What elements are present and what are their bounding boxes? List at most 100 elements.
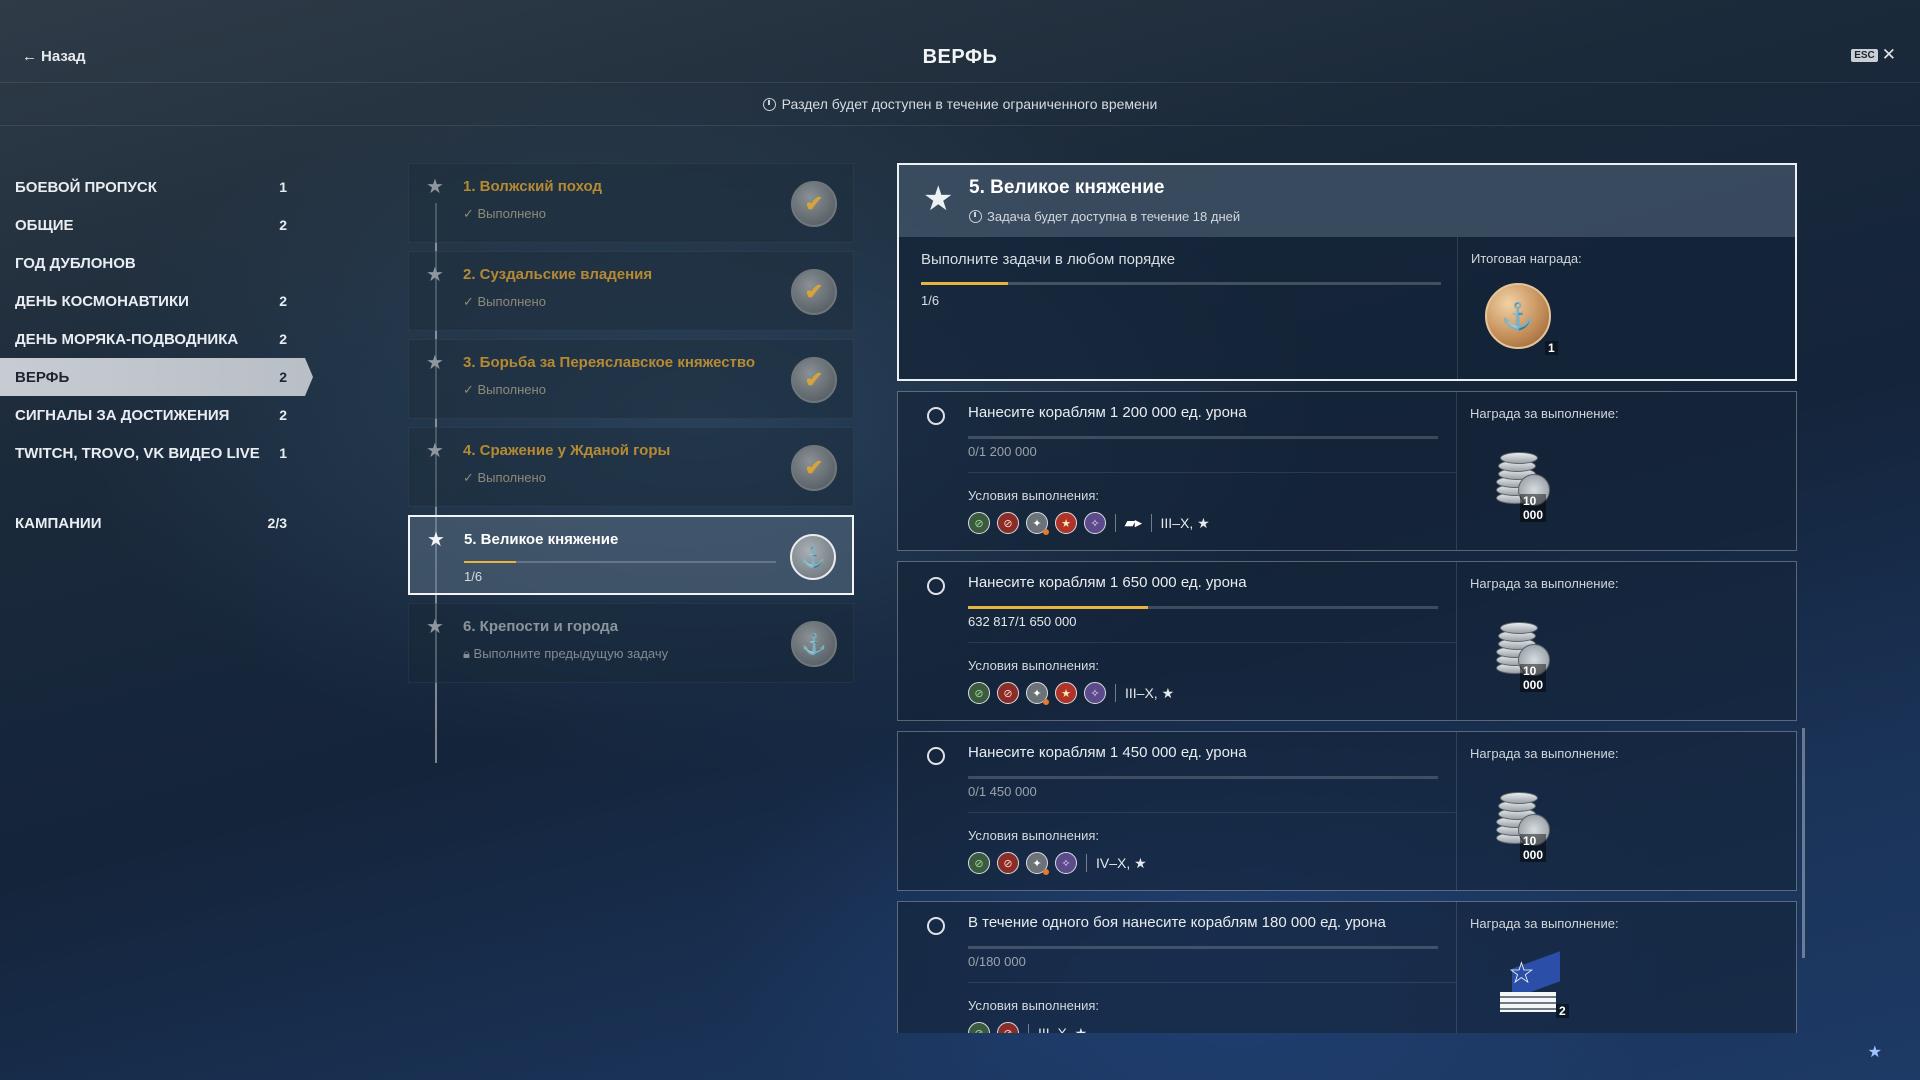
- sidebar-item-label: ВЕРФЬ: [15, 368, 70, 386]
- submarine-class-icon: ✧: [1084, 682, 1106, 704]
- check-icon: ✓: [463, 294, 478, 309]
- subtask-progress: 0/180 000: [968, 954, 1026, 969]
- task-status-text: Выполнено: [477, 382, 546, 397]
- subtask-progress: 632 817/1 650 000: [968, 614, 1077, 629]
- conditions-row: ⊘ ⊘ III–X, ★: [968, 1022, 1087, 1033]
- cruiser-class-icon: ⊘: [997, 512, 1019, 534]
- subtask-progress: 0/1 450 000: [968, 784, 1037, 799]
- task-title: 1. Волжский поход: [463, 178, 603, 195]
- sidebar-item-battle-pass[interactable]: БОЕВОЙ ПРОПУСК 1: [0, 168, 305, 206]
- task-status-text: Выполнено: [477, 470, 546, 485]
- notice-text: Раздел будет доступен в течение ограниче…: [781, 96, 1158, 112]
- star-icon: ★: [426, 616, 444, 638]
- final-reward-label: Итоговая награда:: [1471, 251, 1582, 266]
- star-icon: ★: [426, 264, 444, 286]
- chain-task-1[interactable]: ★ 1. Волжский поход ✓ Выполнено ✔: [408, 163, 854, 243]
- main-task-card: ★ 5. Великое княжение Задача будет досту…: [897, 163, 1797, 381]
- task-title: 6. Крепости и города: [463, 618, 619, 635]
- sidebar-item-label: ОБЩИЕ: [15, 216, 74, 234]
- chain-task-3[interactable]: ★ 3. Борьба за Переяславское княжество ✓…: [408, 339, 854, 419]
- subtask-divider: [968, 642, 1456, 643]
- sidebar-item-achievement-signals[interactable]: СИГНАЛЫ ЗА ДОСТИЖЕНИЯ 2: [0, 396, 305, 434]
- subtask-progress-bar: [968, 436, 1438, 439]
- sidebar-item-streaming[interactable]: TWITCH, TROVO, VK ВИДЕО LIVE 1: [0, 434, 305, 472]
- main-task-header: ★ 5. Великое княжение Задача будет досту…: [899, 165, 1795, 237]
- chain-task-5[interactable]: ★ 5. Великое княжение 1/6 ⚓: [408, 515, 854, 595]
- task-title: 3. Борьба за Переяславское княжество: [463, 354, 756, 371]
- submarine-class-icon: ✧: [1084, 512, 1106, 534]
- subtask-radio[interactable]: [927, 747, 945, 765]
- subtask-progress-bar: [968, 946, 1438, 949]
- subtask-progress: 0/1 200 000: [968, 444, 1037, 459]
- subtask-radio[interactable]: [927, 577, 945, 595]
- chain-task-4[interactable]: ★ 4. Сражение у Жданой горы ✓ Выполнено …: [408, 427, 854, 507]
- chain-task-2[interactable]: ★ 2. Суздальские владения ✓ Выполнено ✔: [408, 251, 854, 331]
- reward-amount: 10 000: [1520, 494, 1547, 522]
- task-title: 4. Сражение у Жданой горы: [463, 442, 671, 459]
- sidebar-item-doubloon-year[interactable]: ГОД ДУБЛОНОВ: [0, 244, 305, 282]
- task-progress: 1/6: [464, 569, 483, 584]
- task-status: ✓ Выполнено: [463, 382, 546, 398]
- time-limit-notice: Раздел будет доступен в течение ограниче…: [0, 83, 1920, 126]
- task-progress-fill: [464, 561, 516, 563]
- checkmark-icon: ✔: [804, 191, 824, 216]
- separator: [1086, 854, 1087, 872]
- subtask-divider: [968, 982, 1456, 983]
- esc-key-label: ESC: [1851, 48, 1878, 62]
- reward-label: Награда за выполнение:: [1470, 576, 1619, 591]
- subtask-radio[interactable]: [927, 407, 945, 425]
- cruiser-class-icon: ⊘: [997, 682, 1019, 704]
- star-icon: ★: [426, 440, 444, 462]
- medal-icon: ⚓: [1485, 283, 1551, 349]
- destroyer-class-icon: ⊘: [968, 682, 990, 704]
- task-badge: ⚓: [790, 534, 836, 580]
- reward-amount: 10 000: [1520, 664, 1547, 692]
- separator: [1115, 514, 1116, 532]
- star-icon: ★: [426, 176, 444, 198]
- lock-icon: 🔒︎: [463, 646, 474, 661]
- subtask-info: Нанесите кораблям 1 650 000 ед. урона 63…: [898, 562, 1457, 720]
- crane-hook-icon: ⚓: [801, 633, 827, 656]
- sidebar-item-label: ДЕНЬ МОРЯКА-ПОДВОДНИКА: [15, 330, 239, 348]
- reward-amount: 2: [1556, 1004, 1569, 1018]
- sidebar-item-count: 2: [279, 331, 287, 347]
- sidebar-item-shipyard[interactable]: ВЕРФЬ 2: [0, 358, 313, 396]
- sidebar-item-cosmonautics-day[interactable]: ДЕНЬ КОСМОНАВТИКИ 2: [0, 282, 305, 320]
- clock-icon: [762, 97, 776, 111]
- crane-hook-icon: ⚓: [800, 546, 826, 569]
- subtask-progress-fill: [968, 606, 1149, 609]
- conditions-label: Условия выполнения:: [968, 488, 1099, 503]
- aircraft-carrier-class-icon: ★: [1055, 512, 1077, 534]
- task-status-text: Выполнено: [477, 206, 546, 221]
- main-task-subtitle: Задача будет доступна в течение 18 дней: [969, 209, 1240, 224]
- chain-task-6[interactable]: ★ 6. Крепости и города 🔒︎ Выполните пред…: [408, 603, 854, 683]
- task-title: 2. Суздальские владения: [463, 266, 653, 283]
- sidebar-item-label: ДЕНЬ КОСМОНАВТИКИ: [15, 292, 189, 310]
- subtask-card: Нанесите кораблям 1 200 000 ед. урона 0/…: [897, 391, 1797, 551]
- main-task-body: Выполните задачи в любом порядке 1/6 Ито…: [899, 237, 1795, 379]
- sidebar-item-submariner-day[interactable]: ДЕНЬ МОРЯКА-ПОДВОДНИКА 2: [0, 320, 305, 358]
- subtask-radio[interactable]: [927, 917, 945, 935]
- top-bar: ← Назад ВЕРФЬ ESC ✕: [0, 0, 1920, 83]
- task-title: 5. Великое княжение: [464, 531, 619, 548]
- subtask-title: Нанесите кораблям 1 650 000 ед. урона: [968, 574, 1247, 591]
- sidebar-item-label: TWITCH, TROVO, VK ВИДЕО LIVE: [15, 444, 260, 462]
- battleship-class-icon: ✦: [1026, 512, 1049, 535]
- sidebar-item-count: 1: [279, 445, 287, 461]
- close-button[interactable]: ESC ✕: [1851, 46, 1896, 63]
- subtask-info: Нанесите кораблям 1 450 000 ед. урона 0/…: [898, 732, 1457, 890]
- subtask-divider: [968, 472, 1456, 473]
- sidebar-item-count: 2: [279, 293, 287, 309]
- task-badge: ⚓: [791, 621, 837, 667]
- reward-amount: 10 000: [1520, 834, 1547, 862]
- separator: [1115, 684, 1116, 702]
- check-icon: ✓: [463, 382, 478, 397]
- check-icon: ✓: [463, 206, 478, 221]
- battleship-class-icon: ✦: [1026, 682, 1049, 705]
- sidebar-item-campaigns[interactable]: КАМПАНИИ 2/3: [0, 504, 305, 542]
- task-badge: ✔: [791, 357, 837, 403]
- task-status: 🔒︎ Выполните предыдущую задачу: [463, 646, 668, 662]
- sidebar-item-general[interactable]: ОБЩИЕ 2: [0, 206, 305, 244]
- detail-scrollbar[interactable]: [1802, 728, 1805, 958]
